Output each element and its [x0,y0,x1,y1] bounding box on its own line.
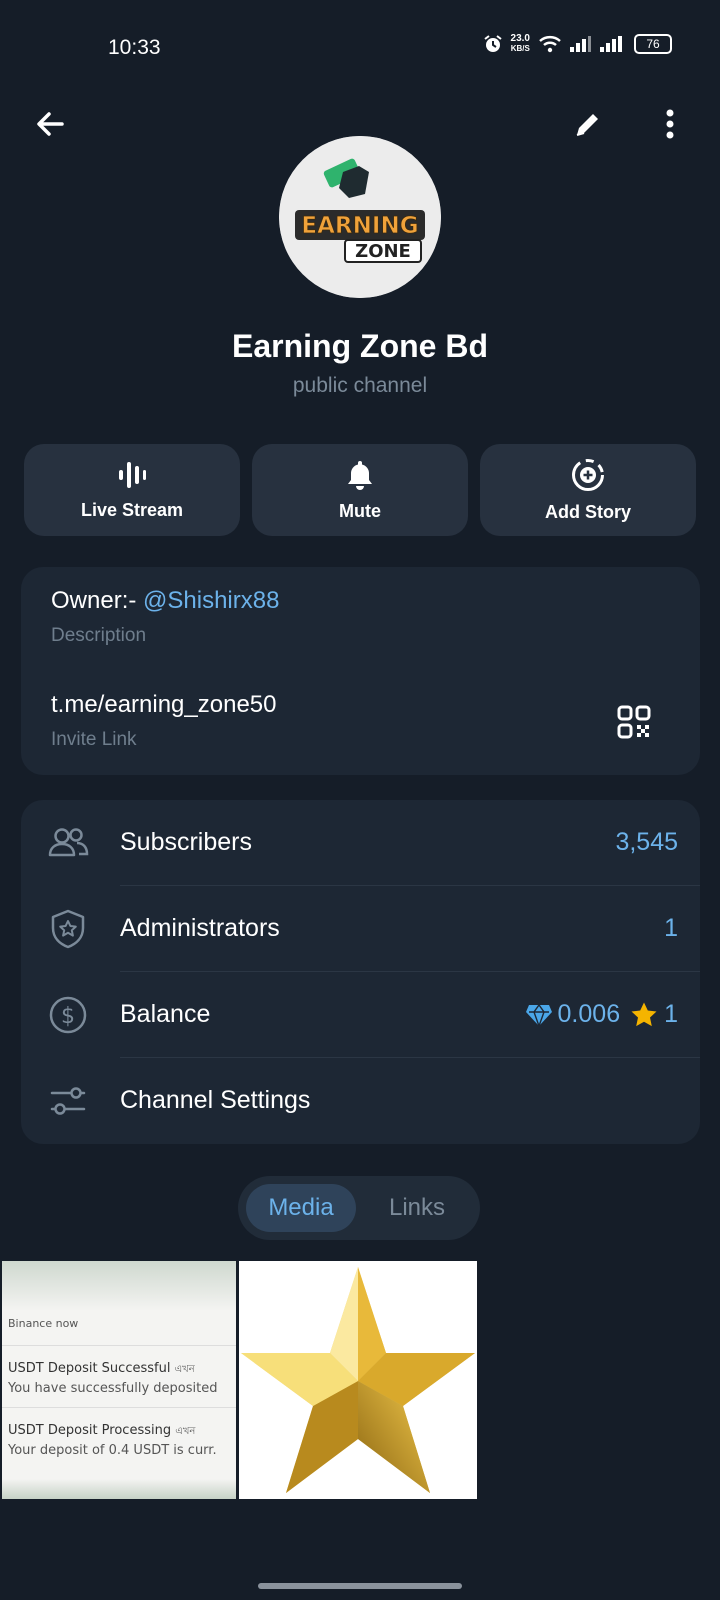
add-story-label: Add Story [544,501,631,522]
battery-indicator: 76 [634,34,672,54]
ton-diamond-icon [525,1003,552,1027]
edit-button[interactable] [564,100,612,148]
network-speed-unit: KB/S [510,44,530,53]
qr-code-icon [617,705,651,739]
channel-settings-row[interactable]: Channel Settings [21,1058,700,1144]
media-thumbnail-star[interactable] [239,1261,477,1499]
more-vertical-icon [666,109,674,139]
users-icon [48,828,89,857]
live-stream-icon [119,461,146,488]
notif1-time: এখন [174,1364,195,1375]
notif1-body: You have successfully deposited [8,1381,218,1396]
signal-icon [570,36,591,52]
thumbnail-top-strip [2,1261,236,1311]
add-story-button[interactable]: Add Story [480,444,696,536]
balance-stars-value: 1 [664,1000,678,1028]
pencil-icon [576,114,598,136]
description-row: Owner:- @Shishirx88 Description [51,587,279,647]
avatar-text-2: ZONE [355,241,411,262]
stats-card: Subscribers 3,545 Administrators 1 $ Bal… [21,800,700,1144]
media-thumbnail-notifications[interactable]: Binance now USDT Deposit Successful এখন … [2,1261,236,1499]
balance-label: Balance [120,1000,211,1028]
media-tabs: Media Links [238,1176,480,1240]
mute-button[interactable]: Mute [252,444,468,536]
thumbnail-bottom-strip [2,1479,236,1499]
add-story-icon [572,458,604,491]
alarm-icon [483,35,502,52]
star-icon [631,1002,657,1026]
channel-name: Earning Zone Bd [232,328,488,364]
back-button[interactable] [26,100,74,148]
gold-star-image [241,1267,475,1493]
invite-link-row[interactable]: t.me/earning_zone50 Invite Link [51,691,277,751]
subscribers-row[interactable]: Subscribers 3,545 [21,800,700,886]
tab-links[interactable]: Links [362,1184,472,1232]
svg-text:$: $ [61,1004,75,1029]
channel-type: public channel [292,374,428,397]
administrators-count: 1 [664,914,678,942]
notif2-title: USDT Deposit Processing [8,1423,172,1438]
owner-handle-link[interactable]: @Shishirx88 [143,587,279,614]
bell-icon [348,460,372,490]
notif1-title-line: USDT Deposit Successful এখন [8,1361,195,1379]
arrow-left-icon [37,112,64,136]
invite-link-text[interactable]: t.me/earning_zone50 [51,691,277,719]
description-label: Description [51,625,147,646]
balance-values: 0.006 1 [525,1000,678,1029]
divider [2,1407,236,1408]
notif2-body: Your deposit of 0.4 USDT is curr. [8,1443,217,1458]
balance-ton-value: 0.006 [557,1000,621,1028]
notif2-time: এখন [175,1426,196,1437]
description-text: Owner:- @Shishirx88 [51,587,279,615]
notif1-title: USDT Deposit Successful [8,1361,171,1376]
settings-sliders-icon [50,1087,86,1115]
qr-code-button[interactable] [617,705,653,741]
avatar-text-1: EARNING [301,213,418,239]
administrators-row[interactable]: Administrators 1 [21,886,700,972]
divider [2,1345,236,1346]
status-icons: 23.0 KB/S 76 [483,34,672,54]
subscribers-label: Subscribers [120,828,252,856]
status-time: 10:33 [108,36,161,59]
mute-label: Mute [339,500,381,521]
home-indicator[interactable] [258,1583,462,1589]
channel-settings-label: Channel Settings [120,1086,311,1114]
network-speed: 23.0 KB/S [511,34,530,54]
live-stream-label: Live Stream [80,499,184,520]
balance-row[interactable]: $ Balance 0.006 1 [21,972,700,1058]
channel-logo: EARNING ZONE [279,136,441,298]
notif2-title-line: USDT Deposit Processing এখন [8,1423,195,1441]
signal-icon-2 [600,36,622,52]
live-stream-button[interactable]: Live Stream [24,444,240,536]
administrators-label: Administrators [120,914,280,942]
info-card: Owner:- @Shishirx88 Description t.me/ear… [21,567,700,775]
tab-media[interactable]: Media [246,1184,356,1232]
shield-star-icon [51,909,85,949]
network-speed-value: 23.0 [510,33,530,44]
notif-app-name: Binance now [8,1317,79,1330]
subscribers-count: 3,545 [615,828,678,856]
invite-link-label: Invite Link [51,729,137,750]
dollar-circle-icon: $ [49,996,87,1034]
description-prefix: Owner:- [51,587,144,614]
more-button[interactable] [646,100,694,148]
channel-avatar[interactable]: EARNING ZONE [279,136,441,298]
wifi-icon [539,36,561,53]
